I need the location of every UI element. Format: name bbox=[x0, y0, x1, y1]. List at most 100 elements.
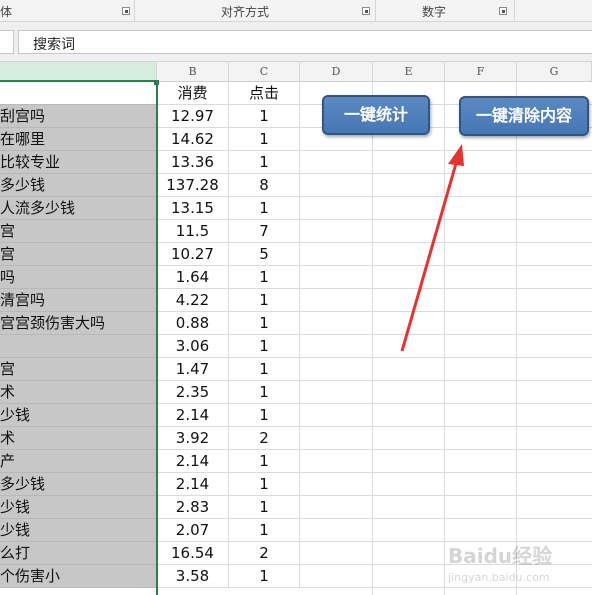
cell-b-cost[interactable]: 2.35 bbox=[157, 381, 229, 404]
gridline bbox=[300, 357, 592, 358]
cell-b-cost[interactable]: 13.15 bbox=[157, 197, 229, 220]
cell-c-clicks[interactable]: 7 bbox=[229, 220, 300, 243]
cell-a-keyword[interactable]: 宫 bbox=[0, 220, 157, 243]
cell-b-cost[interactable]: 2.14 bbox=[157, 473, 229, 496]
selection-border bbox=[156, 82, 158, 595]
column-header[interactable] bbox=[0, 62, 157, 82]
watermark-url: jingyan.baidu.com bbox=[448, 571, 550, 584]
cell-c-clicks[interactable]: 1 bbox=[229, 128, 300, 151]
cell-b-cost[interactable]: 3.92 bbox=[157, 427, 229, 450]
insert-function-button[interactable] bbox=[0, 30, 14, 54]
cell-b-cost[interactable]: 14.62 bbox=[157, 128, 229, 151]
cell-b-cost[interactable]: 3.06 bbox=[157, 335, 229, 358]
cell-c-clicks[interactable]: 1 bbox=[229, 519, 300, 542]
gridline bbox=[300, 196, 592, 197]
column-header[interactable]: D bbox=[300, 62, 373, 82]
column-header[interactable]: B bbox=[157, 62, 229, 82]
cell-a-keyword[interactable]: 少钱 bbox=[0, 519, 157, 542]
gridline bbox=[300, 426, 592, 427]
column-header[interactable]: F bbox=[445, 62, 517, 82]
cell-a-keyword[interactable]: 个伤害小 bbox=[0, 565, 157, 588]
cell-a-keyword[interactable]: 多少钱 bbox=[0, 174, 157, 197]
cell-b-cost[interactable]: 2.07 bbox=[157, 519, 229, 542]
cell-a-keyword[interactable]: 少钱 bbox=[0, 496, 157, 519]
cell-b-cost[interactable]: 1.47 bbox=[157, 358, 229, 381]
cell-a-keyword[interactable]: 少钱 bbox=[0, 404, 157, 427]
cell-c-clicks[interactable]: 5 bbox=[229, 243, 300, 266]
cell-a-keyword[interactable]: 宫 bbox=[0, 243, 157, 266]
one-click-stats-button[interactable]: 一键统计 bbox=[322, 95, 430, 135]
cell-c-clicks[interactable]: 1 bbox=[229, 358, 300, 381]
alignment-group-label: 对齐方式 bbox=[221, 5, 270, 19]
cell-a-keyword[interactable]: 多少钱 bbox=[0, 473, 157, 496]
cell-a-keyword[interactable] bbox=[0, 335, 157, 358]
cell-b-cost[interactable]: 12.97 bbox=[157, 105, 229, 128]
cell-c-clicks[interactable]: 1 bbox=[229, 404, 300, 427]
cell-b-cost[interactable]: 10.27 bbox=[157, 243, 229, 266]
cell-c-header[interactable]: 点击 bbox=[229, 82, 300, 105]
column-header[interactable]: C bbox=[229, 62, 300, 82]
cell-a-keyword[interactable]: 术 bbox=[0, 381, 157, 404]
watermark: Baidu经验 jingyan.baidu.com bbox=[448, 540, 588, 584]
gridline bbox=[300, 380, 592, 381]
cell-b-cost[interactable]: 137.28 bbox=[157, 174, 229, 197]
formula-input[interactable]: 搜索词 bbox=[18, 30, 592, 54]
cell-b-header[interactable]: 消费 bbox=[157, 82, 229, 105]
cell-c-clicks[interactable]: 1 bbox=[229, 565, 300, 588]
cell-c-clicks[interactable]: 1 bbox=[229, 450, 300, 473]
gridline bbox=[300, 403, 592, 404]
cell-a-keyword[interactable]: 术 bbox=[0, 427, 157, 450]
one-click-clear-button[interactable]: 一键清除内容 bbox=[459, 96, 589, 136]
gridline bbox=[300, 219, 592, 220]
cell-a-header[interactable] bbox=[0, 82, 157, 105]
cell-a-keyword[interactable]: 在哪里 bbox=[0, 128, 157, 151]
cell-a-keyword[interactable]: 人流多少钱 bbox=[0, 197, 157, 220]
fill-handle[interactable] bbox=[154, 80, 159, 85]
cell-b-cost[interactable]: 11.5 bbox=[157, 220, 229, 243]
cell-c-clicks[interactable]: 1 bbox=[229, 312, 300, 335]
gridline bbox=[300, 265, 592, 266]
cell-c-clicks[interactable]: 2 bbox=[229, 427, 300, 450]
cell-a-keyword[interactable]: 么打 bbox=[0, 542, 157, 565]
cell-a-keyword[interactable]: 吗 bbox=[0, 266, 157, 289]
cell-c-clicks[interactable]: 1 bbox=[229, 473, 300, 496]
cell-b-cost[interactable]: 3.58 bbox=[157, 565, 229, 588]
cell-c-clicks[interactable]: 1 bbox=[229, 197, 300, 220]
cell-a-keyword[interactable]: 宫 bbox=[0, 358, 157, 381]
gridline bbox=[300, 311, 592, 312]
cell-c-clicks[interactable]: 1 bbox=[229, 289, 300, 312]
ribbon-separator bbox=[134, 0, 135, 22]
font-dialog-launcher-icon[interactable] bbox=[122, 7, 130, 15]
gridline bbox=[300, 495, 592, 496]
cell-b-cost[interactable]: 1.64 bbox=[157, 266, 229, 289]
cell-c-clicks[interactable]: 2 bbox=[229, 542, 300, 565]
cell-b-cost[interactable]: 16.54 bbox=[157, 542, 229, 565]
cell-c-clicks[interactable]: 1 bbox=[229, 496, 300, 519]
gridline bbox=[300, 449, 592, 450]
gridline bbox=[300, 150, 592, 151]
cell-c-clicks[interactable]: 1 bbox=[229, 381, 300, 404]
cell-c-clicks[interactable]: 1 bbox=[229, 266, 300, 289]
gridline bbox=[300, 242, 592, 243]
cell-b-cost[interactable]: 2.14 bbox=[157, 450, 229, 473]
cell-b-cost[interactable]: 4.22 bbox=[157, 289, 229, 312]
cell-b-cost[interactable]: 2.14 bbox=[157, 404, 229, 427]
cell-c-clicks[interactable]: 1 bbox=[229, 151, 300, 174]
cell-a-keyword[interactable]: 比较专业 bbox=[0, 151, 157, 174]
cell-c-clicks[interactable]: 1 bbox=[229, 335, 300, 358]
cell-a-keyword[interactable]: 清宫吗 bbox=[0, 289, 157, 312]
column-header[interactable]: G bbox=[517, 62, 592, 82]
ribbon-separator bbox=[514, 0, 515, 22]
cell-c-clicks[interactable]: 1 bbox=[229, 105, 300, 128]
cell-a-keyword[interactable]: 宫宫颈伤害大吗 bbox=[0, 312, 157, 335]
cell-b-cost[interactable]: 13.36 bbox=[157, 151, 229, 174]
cell-c-clicks[interactable]: 8 bbox=[229, 174, 300, 197]
column-header[interactable]: E bbox=[373, 62, 445, 82]
number-dialog-launcher-icon[interactable] bbox=[499, 7, 507, 15]
alignment-dialog-launcher-icon[interactable] bbox=[362, 7, 370, 15]
cell-a-keyword[interactable]: 产 bbox=[0, 450, 157, 473]
cell-b-cost[interactable]: 2.83 bbox=[157, 496, 229, 519]
cell-b-cost[interactable]: 0.88 bbox=[157, 312, 229, 335]
cell-a-keyword[interactable]: 刮宫吗 bbox=[0, 105, 157, 128]
gridline bbox=[300, 518, 592, 519]
